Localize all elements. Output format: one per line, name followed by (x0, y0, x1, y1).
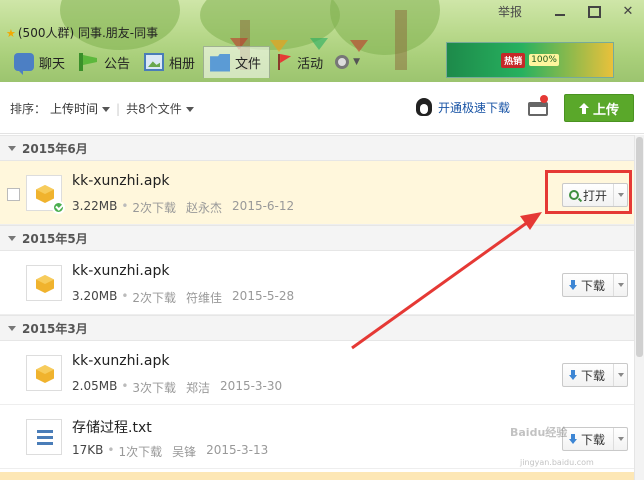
upload-button[interactable]: 上传 (564, 94, 634, 122)
sort-label: 排序： (10, 102, 47, 116)
penguin-icon (416, 98, 432, 116)
chevron-down-icon (185, 107, 194, 112)
ad-banner[interactable]: 热销 100% (446, 42, 614, 78)
watermark: Baidu经验 (510, 426, 568, 439)
group-tabs: 聊天 公告 相册 文件 活动 ▼ (8, 46, 360, 78)
chevron-down-icon: ▼ (353, 57, 360, 67)
close-icon[interactable]: ✕ (620, 4, 636, 20)
tab-notice[interactable]: 公告 (73, 46, 138, 78)
album-icon (144, 53, 165, 71)
check-icon (52, 201, 65, 214)
report-link[interactable]: 举报 (498, 3, 522, 20)
gear-icon (335, 55, 350, 69)
tab-event[interactable]: 活动 (270, 46, 331, 78)
ad-label: 热销 (501, 52, 526, 68)
file-meta: 3.20MB • 2次下载 符维佳 2015-5-28 (72, 289, 295, 306)
bottom-strip (0, 472, 634, 480)
speed-download-link[interactable]: 开通极速下载 (416, 98, 510, 116)
uploader-name[interactable]: 郑洁 (186, 379, 210, 396)
download-button[interactable]: 下载 (562, 427, 628, 451)
file-name[interactable]: kk-xunzhi.apk (72, 353, 169, 369)
window-controls: 举报 ✕ (498, 3, 636, 20)
file-meta: 2.05MB • 3次下载 郑洁 2015-3-30 (72, 379, 283, 396)
download-icon (569, 280, 577, 290)
notification-dot (540, 95, 548, 103)
highlight-box (545, 170, 632, 214)
sort-dropdown[interactable]: 上传时间 (50, 100, 111, 117)
notice-flag-icon (79, 53, 100, 71)
uploader-name[interactable]: 符维佳 (186, 289, 222, 306)
apk-file-icon (26, 265, 62, 301)
section-header[interactable]: 2015年5月 (0, 225, 644, 251)
collapse-icon (8, 235, 16, 241)
sort-control: 排序： 上传时间 | 共8个文件 (10, 100, 194, 117)
section-header[interactable]: 2015年6月 (0, 135, 644, 161)
row-checkbox[interactable] (7, 188, 20, 201)
file-count-dropdown[interactable]: 共8个文件 (126, 100, 194, 117)
download-icon (569, 370, 577, 380)
section-header[interactable]: 2015年3月 (0, 315, 644, 341)
collapse-icon (8, 145, 16, 151)
more-apps-button[interactable]: ▼ (335, 55, 360, 69)
uploader-name[interactable]: 赵永杰 (186, 199, 222, 216)
file-name[interactable]: kk-xunzhi.apk (72, 173, 169, 189)
file-name[interactable]: 存储过程.txt (72, 417, 152, 437)
file-meta: 3.22MB • 2次下载 赵永杰 2015-6-12 (72, 199, 295, 216)
file-toolbar: 排序： 上传时间 | 共8个文件 开通极速下载 上传 (0, 82, 644, 134)
tab-files[interactable]: 文件 (203, 46, 271, 78)
minimize-icon[interactable] (552, 4, 568, 20)
text-file-icon (26, 419, 62, 455)
chevron-down-icon (102, 107, 111, 112)
tab-chat[interactable]: 聊天 (8, 46, 73, 78)
file-row[interactable]: kk-xunzhi.apk 2.05MB • 3次下载 郑洁 2015-3-30 下… (0, 341, 644, 405)
file-row[interactable]: kk-xunzhi.apk 3.20MB • 2次下载 符维佳 2015-5-28 … (0, 251, 644, 315)
apk-file-icon (26, 355, 62, 391)
ad-tag: 100% (529, 54, 559, 66)
watermark-url: jingyan.baidu.com (520, 458, 594, 467)
chevron-down-icon[interactable] (613, 274, 627, 296)
group-header: ★ (500人群) 同事.朋友-同事 举报 ✕ 聊天 公告 相册 文件 活动 ▼… (0, 0, 644, 82)
chat-icon (14, 53, 34, 75)
download-icon (569, 434, 577, 444)
file-name[interactable]: kk-xunzhi.apk (72, 263, 169, 279)
download-button[interactable]: 下载 (562, 273, 628, 297)
scrollbar-thumb[interactable] (636, 137, 643, 357)
apk-file-icon (26, 175, 65, 214)
folder-icon (210, 53, 231, 72)
file-meta: 17KB • 1次下载 吴锋 2015-3-13 (72, 443, 269, 460)
scrollbar[interactable] (634, 135, 644, 480)
uploader-name[interactable]: 吴锋 (172, 443, 196, 460)
tab-album[interactable]: 相册 (138, 46, 203, 78)
group-title: ★ (500人群) 同事.朋友-同事 (6, 26, 159, 40)
chevron-down-icon[interactable] (613, 364, 627, 386)
upload-icon (578, 102, 589, 114)
collapse-icon (8, 325, 16, 331)
transfer-tray-icon[interactable] (528, 102, 548, 116)
event-flag-icon (276, 53, 292, 71)
chevron-down-icon[interactable] (613, 428, 627, 450)
maximize-icon[interactable] (586, 4, 602, 20)
star-icon: ★ (6, 27, 16, 40)
download-button[interactable]: 下载 (562, 363, 628, 387)
